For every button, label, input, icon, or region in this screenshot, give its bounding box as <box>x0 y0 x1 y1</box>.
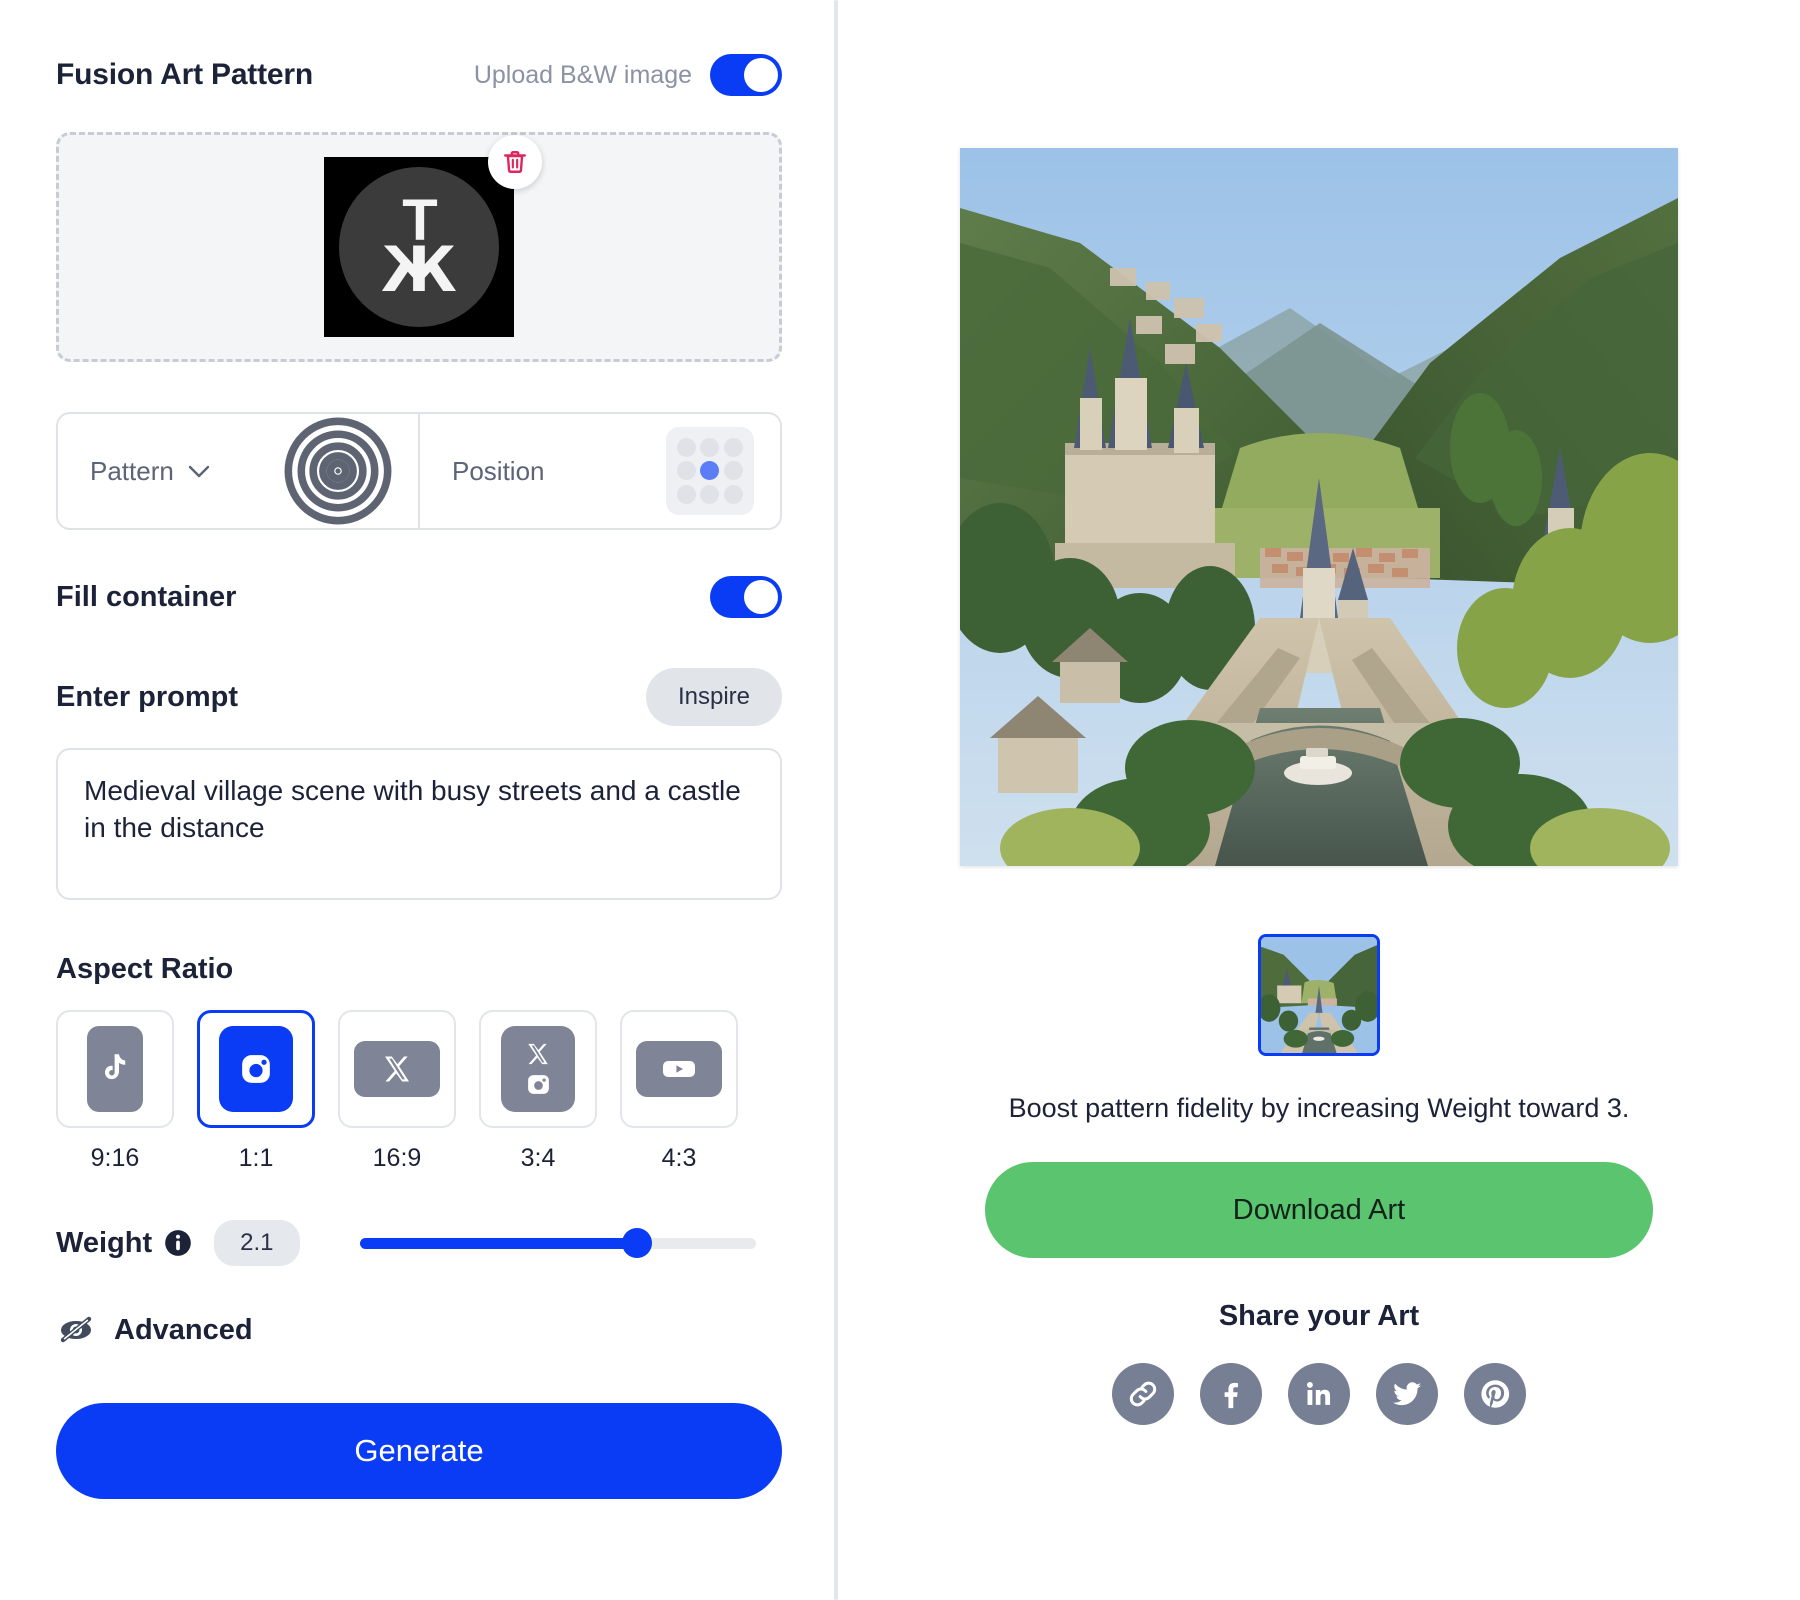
position-cell-bottom-left[interactable] <box>677 484 697 504</box>
logo-mark: T Ж <box>339 167 499 327</box>
aspect-ratio-options: 9:16 1:1 16:9 3:4 4:3 <box>56 1010 782 1173</box>
position-label: Position <box>452 455 545 486</box>
result-panel: Boost pattern fidelity by increasing Wei… <box>838 0 1800 1600</box>
position-cell-top-center[interactable] <box>700 438 720 458</box>
panel-divider <box>834 0 838 1600</box>
slider-handle[interactable] <box>621 1228 652 1258</box>
upload-toggle-group: Upload B&W image <box>474 54 782 96</box>
uploaded-image-wrap: T Ж <box>324 135 542 337</box>
x-twitter-icon <box>528 1043 548 1064</box>
artwork-image <box>960 148 1678 866</box>
controls-panel: Fusion Art Pattern Upload B&W image T Ж <box>0 0 838 1600</box>
info-icon[interactable] <box>164 1229 192 1257</box>
link-icon <box>1129 1382 1157 1407</box>
upload-bw-toggle[interactable] <box>710 54 782 96</box>
uploaded-image: T Ж <box>324 157 514 337</box>
youtube-icon <box>636 1041 722 1097</box>
aspect-ratio-option-9-16: 9:16 <box>56 1010 174 1173</box>
aspect-ratio-label-3-4: 3:4 <box>520 1144 556 1172</box>
aspect-ratio-option-16-9: 16:9 <box>338 1010 456 1173</box>
share-link-button[interactable] <box>1112 1363 1174 1426</box>
share-title: Share your Art <box>1218 1300 1420 1333</box>
delete-image-button[interactable] <box>488 135 542 189</box>
logo-letter-bottom: Ж <box>381 232 457 306</box>
share-linkedin-button[interactable] <box>1288 1363 1350 1426</box>
x-instagram-icon <box>501 1026 575 1112</box>
generated-artwork[interactable] <box>960 148 1678 866</box>
pinterest-icon <box>1481 1380 1510 1409</box>
fill-container-row: Fill container <box>56 574 782 620</box>
toggle-knob <box>744 58 778 92</box>
generate-button[interactable]: Generate <box>56 1403 782 1499</box>
aspect-ratio-label-16-9: 16:9 <box>372 1144 422 1172</box>
weight-label: Weight <box>56 1226 153 1259</box>
eye-off-icon <box>60 1316 92 1343</box>
instagram-icon <box>219 1026 293 1112</box>
prompt-header: Enter prompt Inspire <box>56 668 782 726</box>
image-dropzone[interactable]: T Ж <box>56 132 782 362</box>
position-cell-bottom-right[interactable] <box>723 484 743 504</box>
aspect-ratio-label-9-16: 9:16 <box>90 1144 140 1172</box>
share-icons-row <box>1112 1363 1526 1426</box>
aspect-ratio-label-1-1: 1:1 <box>238 1144 274 1172</box>
aspect-ratio-button-9-16[interactable] <box>56 1010 174 1128</box>
trash-icon <box>504 151 526 173</box>
advanced-label: Advanced <box>114 1313 253 1346</box>
fidelity-hint: Boost pattern fidelity by increasing Wei… <box>1008 1093 1630 1123</box>
pattern-position-row: Pattern Position <box>56 412 782 530</box>
aspect-ratio-option-1-1: 1:1 <box>197 1010 315 1173</box>
aspect-ratio-button-3-4[interactable] <box>479 1010 597 1128</box>
result-thumbnail[interactable] <box>1258 934 1380 1056</box>
share-facebook-button[interactable] <box>1200 1363 1262 1426</box>
fill-container-toggle[interactable] <box>710 576 782 618</box>
instagram-icon <box>527 1074 549 1094</box>
position-cell-top-left[interactable] <box>677 438 697 458</box>
aspect-ratio-button-1-1[interactable] <box>197 1010 315 1128</box>
slider-fill <box>359 1238 637 1249</box>
facebook-icon <box>1224 1383 1238 1409</box>
share-pinterest-button[interactable] <box>1464 1363 1526 1426</box>
position-cell-middle-right[interactable] <box>723 461 743 481</box>
prompt-label: Enter prompt <box>56 680 239 713</box>
x-twitter-icon <box>354 1041 440 1097</box>
share-twitter-button[interactable] <box>1376 1363 1438 1426</box>
panel-header: Fusion Art Pattern Upload B&W image <box>56 52 782 98</box>
weight-row: Weight 2.1 <box>56 1215 782 1271</box>
weight-slider[interactable] <box>359 1228 756 1258</box>
aspect-ratio-option-3-4: 3:4 <box>479 1010 597 1173</box>
position-cell-top-right[interactable] <box>723 438 743 458</box>
upload-label: Upload B&W image <box>473 60 692 89</box>
chevron-down-icon <box>188 465 210 477</box>
thumbnail-image <box>1261 937 1377 1053</box>
position-cell-middle-left[interactable] <box>677 461 697 481</box>
position-grid[interactable] <box>666 427 754 515</box>
toggle-knob <box>744 580 778 614</box>
linkedin-icon <box>1307 1382 1331 1406</box>
aspect-ratio-label-4-3: 4:3 <box>661 1144 697 1172</box>
position-selector[interactable]: Position <box>418 414 780 528</box>
prompt-input[interactable] <box>56 748 782 900</box>
fill-container-label: Fill container <box>56 580 237 613</box>
twitter-icon <box>1392 1382 1422 1406</box>
position-cell-center[interactable] <box>700 461 720 481</box>
aspect-ratio-button-4-3[interactable] <box>620 1010 738 1128</box>
inspire-button[interactable]: Inspire <box>645 668 782 726</box>
advanced-toggle[interactable]: Advanced <box>56 1313 782 1347</box>
download-art-button[interactable]: Download Art <box>985 1162 1653 1259</box>
page-title: Fusion Art Pattern <box>56 58 313 91</box>
pattern-selector[interactable]: Pattern <box>58 414 418 528</box>
aspect-ratio-button-16-9[interactable] <box>338 1010 456 1128</box>
weight-value: 2.1 <box>214 1220 300 1266</box>
aspect-ratio-option-4-3: 4:3 <box>620 1010 738 1173</box>
pattern-label-group: Pattern <box>90 456 210 487</box>
aspect-ratio-title: Aspect Ratio <box>56 953 234 985</box>
tiktok-icon <box>87 1026 143 1112</box>
spiral-pattern-icon <box>284 417 392 525</box>
position-cell-bottom-center[interactable] <box>700 484 720 504</box>
app-root: Fusion Art Pattern Upload B&W image T Ж <box>0 0 1800 1600</box>
pattern-label: Pattern <box>90 455 174 486</box>
